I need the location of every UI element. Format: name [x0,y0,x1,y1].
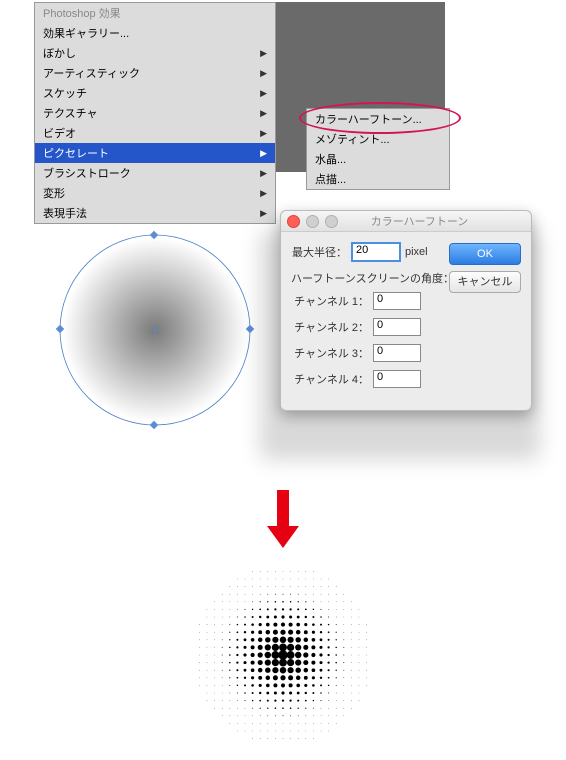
menu-item-7[interactable]: ブラシストローク ▶ [35,163,275,183]
ok-button[interactable]: OK [449,243,521,265]
cancel-button[interactable]: キャンセル [449,271,521,293]
close-icon[interactable] [287,215,300,228]
chevron-right-icon: ▶ [260,168,267,179]
dialog-title: カラーハーフトーン [308,213,531,229]
menu-item-0[interactable]: 効果ギャラリー... [35,23,275,43]
menu-section: Photoshop 効果 効果ギャラリー...ぼかし▶アーティスティック▶スケッ… [34,2,454,172]
color-halftone-dialog: カラーハーフトーン 最大半径： 20 pixel ハーフトーンスクリーンの角度：… [280,210,532,411]
chevron-right-icon: ▶ [260,148,267,159]
menu-item-label: アーティスティック [43,65,140,81]
chevron-right-icon: ▶ [260,128,267,139]
channel-1-label: チャンネル 1： [291,293,369,309]
chevron-right-icon: ▶ [260,88,267,99]
chevron-right-icon: ▶ [260,188,267,199]
chevron-right-icon: ▶ [260,108,267,119]
middle-section: カラーハーフトーン 最大半径： 20 pixel ハーフトーンスクリーンの角度：… [0,210,566,480]
max-radius-input[interactable]: 20 [351,242,401,262]
chevron-right-icon: ▶ [260,48,267,59]
channel-2-label: チャンネル 2： [291,319,369,335]
max-radius-label: 最大半径： [291,244,347,260]
menu-item-label: スケッチ [43,85,87,101]
menu-item-2[interactable]: アーティスティック ▶ [35,63,275,83]
halftone-result [188,560,378,750]
dialog-body: 最大半径： 20 pixel ハーフトーンスクリーンの角度： チャンネル 1：0… [281,232,531,410]
menu-item-5[interactable]: ビデオ ▶ [35,123,275,143]
channel-3-input[interactable]: 0 [373,344,421,362]
menu-item-label: ぼかし [43,45,76,61]
chevron-right-icon: ▶ [260,68,267,79]
main-menu: Photoshop 効果 効果ギャラリー...ぼかし▶アーティスティック▶スケッ… [34,2,276,224]
menu-item-3[interactable]: スケッチ ▶ [35,83,275,103]
titlebar: カラーハーフトーン [281,211,531,232]
max-radius-unit: pixel [405,246,428,258]
submenu-item-0[interactable]: カラーハーフトーン... [307,109,449,129]
menu-item-label: 効果ギャラリー... [43,25,129,41]
channel-1-input[interactable]: 0 [373,292,421,310]
menu-item-8[interactable]: 変形 ▶ [35,183,275,203]
arrow-down-icon [267,490,299,550]
menu-item-1[interactable]: ぼかし ▶ [35,43,275,63]
menu-item-label: ピクセレート [43,145,109,161]
submenu-item-1[interactable]: メゾティント... [307,129,449,149]
channel-4-input[interactable]: 0 [373,370,421,388]
menu-item-label: テクスチャ [43,105,98,121]
menu-item-label: 変形 [43,185,65,201]
menu-item-4[interactable]: テクスチャ ▶ [35,103,275,123]
menu-item-label: ブラシストローク [43,165,131,181]
radial-gradient-circle [55,230,255,430]
dialog-wrap: カラーハーフトーン 最大半径： 20 pixel ハーフトーンスクリーンの角度：… [280,210,532,411]
menu-item-label: ビデオ [43,125,76,141]
menu-title: Photoshop 効果 [35,3,275,23]
submenu-item-2[interactable]: 水晶... [307,149,449,169]
submenu-item-3[interactable]: 点描... [307,169,449,189]
channel-4-label: チャンネル 4： [291,371,369,387]
channel-2-input[interactable]: 0 [373,318,421,336]
submenu: カラーハーフトーン...メゾティント...水晶...点描... [306,108,450,190]
channel-3-label: チャンネル 3： [291,345,369,361]
menu-item-6[interactable]: ピクセレート ▶ [35,143,275,163]
